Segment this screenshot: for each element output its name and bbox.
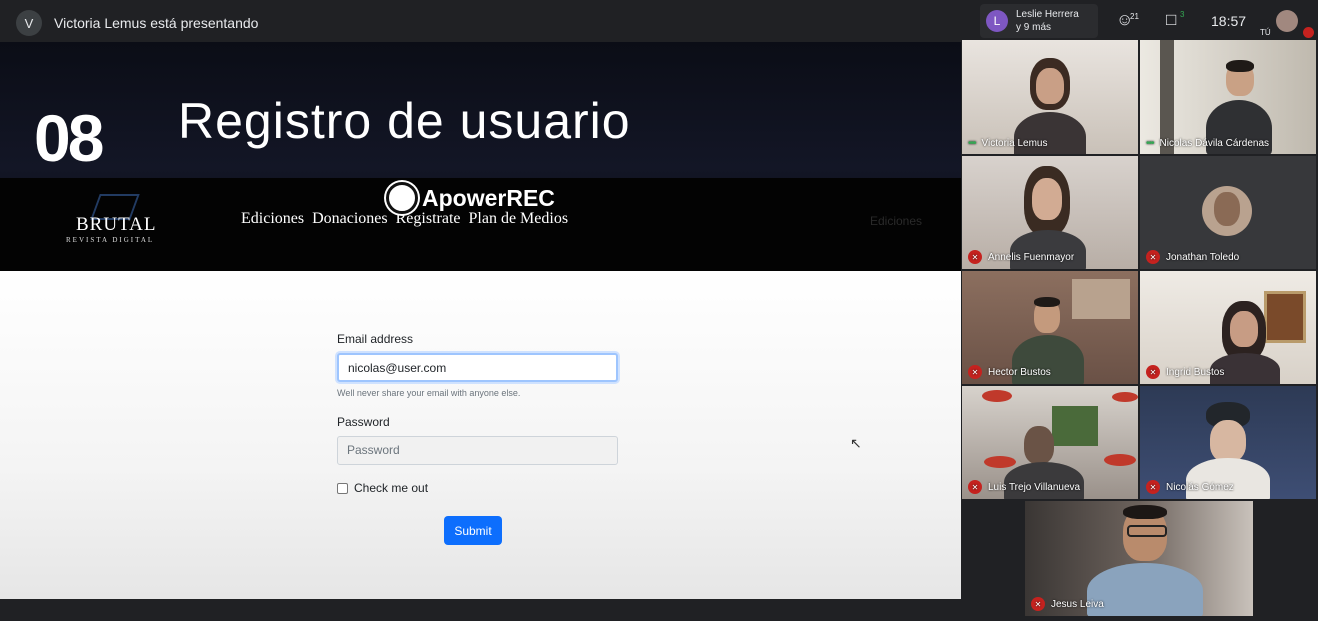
mic-off-icon: ✕ <box>968 480 982 494</box>
participant-name: Annelis Fuenmayor <box>988 251 1075 263</box>
bottom-bar <box>0 599 961 621</box>
participant-tile-nicolas-davila[interactable]: ••• Nicolas Dávila Cárdenas <box>1140 40 1316 154</box>
participant-tile-ingrid[interactable]: ✕ Ingrid Bustos <box>1140 271 1316 384</box>
check-label: Check me out <box>354 481 429 495</box>
recorder-logo-icon <box>386 182 418 214</box>
participant-tile-nicolas-gomez[interactable]: ✕ Nicolás Gómez <box>1140 386 1316 499</box>
participant-tile-jesus[interactable]: ✕ Jesus Leiva <box>1025 501 1253 616</box>
participant-tile-hector[interactable]: ✕ Hector Bustos <box>962 271 1138 384</box>
participant-name: Victoria Lemus <box>981 138 1048 149</box>
participant-name: Jesus Leiva <box>1051 598 1104 610</box>
email-field[interactable]: nicolas@user.com <box>337 353 618 382</box>
meet-top-bar: V Victoria Lemus está presentando L Lesl… <box>0 0 1318 42</box>
mic-off-icon: ✕ <box>968 250 982 264</box>
speaker-name: Leslie Herrera <box>1016 9 1079 20</box>
speaker-more: y 9 más <box>1016 22 1052 33</box>
mic-off-icon: ✕ <box>1031 597 1045 611</box>
participant-tile-jonathan[interactable]: ✕ Jonathan Toledo <box>1140 156 1316 269</box>
chat-icon[interactable]: □ <box>1166 10 1176 30</box>
speaking-icon: ••• <box>1146 138 1154 149</box>
mic-off-icon: ✕ <box>1146 250 1160 264</box>
participant-tile-victoria[interactable]: ••• Victoria Lemus <box>962 40 1138 154</box>
nav-donaciones[interactable]: Donaciones <box>312 210 388 228</box>
self-label: TÚ <box>1260 28 1271 37</box>
people-count: 21 <box>1130 12 1139 21</box>
email-help-text: Well never share your email with anyone … <box>337 388 521 398</box>
active-speaker-chip[interactable]: L Leslie Herrera y 9 más <box>980 4 1098 38</box>
mic-off-icon: ✕ <box>1146 365 1160 379</box>
mic-off-icon: ✕ <box>1146 480 1160 494</box>
check-me-out[interactable]: Check me out <box>337 481 428 495</box>
submit-button[interactable]: Submit <box>444 516 502 545</box>
participant-name: Nicolas Dávila Cárdenas <box>1159 138 1270 149</box>
email-label: Email address <box>337 332 414 346</box>
participant-name: Jonathan Toledo <box>1166 251 1240 263</box>
slide-number: 08 <box>34 101 104 175</box>
brand-subtitle: REVISTA DIGITAL <box>66 236 155 244</box>
presenter-text: Victoria Lemus está presentando <box>54 15 259 31</box>
slide-header: 08 Registro de usuario BRUTAL REVISTA DI… <box>0 42 961 271</box>
participant-tile-luis[interactable]: ✕ Luis Trejo Villanueva <box>962 386 1138 499</box>
password-field[interactable]: Password <box>337 436 618 465</box>
checkbox[interactable] <box>337 482 348 494</box>
nav-ediciones[interactable]: Ediciones <box>241 210 304 228</box>
participant-name: Hector Bustos <box>988 366 1051 378</box>
mic-off-icon: ✕ <box>968 365 982 379</box>
recorder-watermark: ApowerREC <box>386 182 555 214</box>
presenter-avatar: V <box>16 10 42 36</box>
recorder-name: ApowerREC <box>422 184 555 211</box>
self-avatar[interactable] <box>1276 10 1298 32</box>
chat-count: 3 <box>1180 10 1185 19</box>
clock: 18:57 <box>1211 13 1247 29</box>
speaker-avatar: L <box>986 10 1008 32</box>
slide-title: Registro de usuario <box>178 93 631 149</box>
nav-ghost-ediciones: Ediciones <box>870 214 923 228</box>
password-label: Password <box>337 415 390 429</box>
participant-name: Nicolás Gómez <box>1166 481 1234 493</box>
shared-screen: 08 Registro de usuario BRUTAL REVISTA DI… <box>0 42 961 599</box>
register-form: Email address nicolas@user.com Well neve… <box>0 271 961 599</box>
mouse-cursor-icon: ↖ <box>850 435 862 451</box>
participant-name: Ingrid Bustos <box>1166 366 1225 378</box>
self-mic-off-icon <box>1303 27 1314 38</box>
brand-name: BRUTAL <box>76 214 157 235</box>
site-navbar: BRUTAL REVISTA DIGITAL Ediciones Donacio… <box>0 178 961 271</box>
presenter-banner: V Victoria Lemus está presentando <box>16 10 258 36</box>
participant-name: Luis Trejo Villanueva <box>988 481 1081 493</box>
participant-tile-annelis[interactable]: ✕ Annelis Fuenmayor <box>962 156 1138 269</box>
speaking-icon: ••• <box>968 138 976 149</box>
